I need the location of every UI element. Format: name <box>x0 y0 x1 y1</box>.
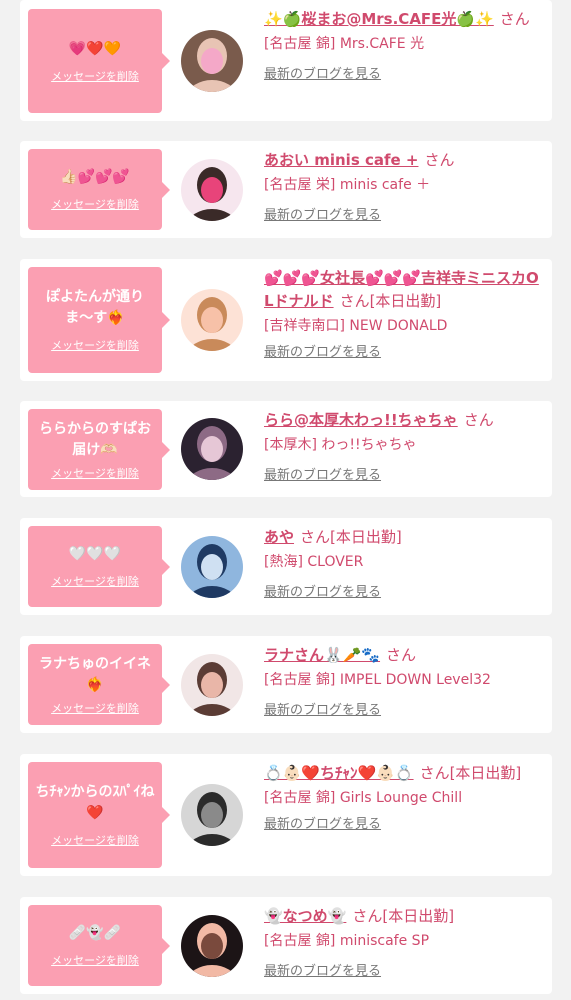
message-card: ラナちゅのイイネ❤️‍🔥 メッセージを削除 ラナさん🐰🥕🐾 さん [名古屋 錦] … <box>20 636 552 733</box>
view-blog-link[interactable]: 最新のブログを見る <box>264 962 381 982</box>
message-bubble: 🤍🤍🤍 メッセージを削除 <box>28 526 170 607</box>
honorific: さん <box>339 292 370 310</box>
message-bubble: 🩹👻🩹 メッセージを削除 <box>28 905 170 986</box>
message-text: 💗❤️🧡 <box>68 40 122 57</box>
avatar[interactable] <box>181 418 243 480</box>
view-blog-link[interactable]: 最新のブログを見る <box>264 815 381 835</box>
shop-name: [名古屋 錦] miniscafe SP <box>264 933 430 949</box>
message-card: 🤍🤍🤍 メッセージを削除 あや さん[本日出勤] [熱海] CLOVER 最新のブ… <box>20 518 552 615</box>
attendance-status: [本日出勤] <box>369 292 442 310</box>
message-text: 🩹👻🩹 <box>68 925 122 941</box>
view-blog-link[interactable]: 最新のブログを見る <box>264 343 381 363</box>
honorific: さん <box>424 151 455 169</box>
message-card: 💗❤️🧡 メッセージを削除 ✨🍏桜まお@Mrs.CAFE光🍏✨ さん [名古屋 錦… <box>20 0 552 121</box>
delete-message-link[interactable]: メッセージを削除 <box>51 952 139 968</box>
message-text: ラナちゅのイイネ❤️‍🔥 <box>39 655 151 693</box>
message-bubble: 💗❤️🧡 メッセージを削除 <box>28 9 170 113</box>
avatar[interactable] <box>181 654 243 716</box>
attendance-status: [本日出勤] <box>330 528 402 546</box>
view-blog-link[interactable]: 最新のブログを見る <box>264 583 381 603</box>
message-bubble: ちﾁｬﾝからのｽﾊﾟｲね❤️ メッセージを削除 <box>28 762 170 868</box>
view-blog-link[interactable]: 最新のブログを見る <box>264 65 381 85</box>
cast-name-link[interactable]: あや <box>264 528 294 546</box>
honorific: さん <box>499 10 530 28</box>
honorific: さん <box>386 646 417 664</box>
delete-message-link[interactable]: メッセージを削除 <box>51 68 139 84</box>
avatar[interactable] <box>181 784 243 846</box>
avatar[interactable] <box>181 289 243 351</box>
message-card: ぽよたんが通りま〜す❤️‍🔥 メッセージを削除 💕💕💕女社長💕💕💕吉祥寺ミニスカ… <box>20 259 552 381</box>
message-bubble: ららからのすぱお届け🫶🏻 メッセージを削除 <box>28 409 170 490</box>
cast-name-link[interactable]: ラナさん🐰🥕🐾 <box>264 646 380 664</box>
message-card: ららからのすぱお届け🫶🏻 メッセージを削除 らら@本厚木わっ!!ちゃちゃ さん [… <box>20 401 552 497</box>
delete-message-link[interactable]: メッセージを削除 <box>51 337 139 353</box>
view-blog-link[interactable]: 最新のブログを見る <box>264 466 381 486</box>
message-text: ちﾁｬﾝからのｽﾊﾟｲね❤️ <box>35 784 155 821</box>
cast-name-link[interactable]: ✨🍏桜まお@Mrs.CAFE光🍏✨ <box>264 10 494 28</box>
avatar[interactable] <box>181 915 243 977</box>
honorific: さん <box>463 411 494 429</box>
message-bubble: ラナちゅのイイネ❤️‍🔥 メッセージを削除 <box>28 644 170 725</box>
delete-message-link[interactable]: メッセージを削除 <box>51 832 139 848</box>
message-card: 🩹👻🩹 メッセージを削除 👻なつめ👻 さん[本日出勤] [名古屋 錦] minis… <box>20 897 552 994</box>
attendance-status: [本日出勤] <box>382 907 455 925</box>
message-text: ぽよたんが通りま〜す❤️‍🔥 <box>46 289 144 326</box>
cast-name-link[interactable]: あおい minis cafe + <box>264 151 418 169</box>
shop-name: [名古屋 栄] minis cafe ＋ <box>264 177 431 193</box>
cast-name-link[interactable]: 💍👶🏻❤️ちﾁｬﾝ❤️👶🏻💍 <box>264 764 414 782</box>
honorific: さん <box>300 528 331 546</box>
message-text: ららからのすぱお届け🫶🏻 <box>39 420 151 458</box>
message-card: ちﾁｬﾝからのｽﾊﾟｲね❤️ メッセージを削除 💍👶🏻❤️ちﾁｬﾝ❤️👶🏻💍 さん… <box>20 754 552 876</box>
message-text: 👍🏻💕💕💕 <box>60 169 130 185</box>
message-card: 👍🏻💕💕💕 メッセージを削除 あおい minis cafe + さん [名古屋 栄… <box>20 141 552 238</box>
shop-name: [名古屋 錦] IMPEL DOWN Level32 <box>264 672 491 688</box>
delete-message-link[interactable]: メッセージを削除 <box>51 465 139 481</box>
shop-name: [本厚木] わっ!!ちゃちゃ <box>264 437 417 453</box>
honorific: さん <box>419 764 450 782</box>
delete-message-link[interactable]: メッセージを削除 <box>51 700 139 716</box>
avatar[interactable] <box>181 159 243 221</box>
avatar[interactable] <box>181 30 243 92</box>
avatar[interactable] <box>181 536 243 598</box>
cast-name-link[interactable]: らら@本厚木わっ!!ちゃちゃ <box>264 411 458 429</box>
message-bubble: ぽよたんが通りま〜す❤️‍🔥 メッセージを削除 <box>28 267 170 373</box>
delete-message-link[interactable]: メッセージを削除 <box>51 196 139 212</box>
cast-name-link[interactable]: 👻なつめ👻 <box>264 907 346 925</box>
shop-name: [名古屋 錦] Girls Lounge Chill <box>264 790 463 806</box>
shop-name: [熱海] CLOVER <box>264 554 364 570</box>
message-text: 🤍🤍🤍 <box>68 546 122 562</box>
honorific: さん <box>352 907 383 925</box>
attendance-status: [本日出勤] <box>449 764 522 782</box>
view-blog-link[interactable]: 最新のブログを見る <box>264 701 381 721</box>
view-blog-link[interactable]: 最新のブログを見る <box>264 206 381 226</box>
delete-message-link[interactable]: メッセージを削除 <box>51 573 139 589</box>
shop-name: [吉祥寺南口] NEW DONALD <box>264 318 448 334</box>
message-bubble: 👍🏻💕💕💕 メッセージを削除 <box>28 149 170 230</box>
shop-name: [名古屋 錦] Mrs.CAFE 光 <box>264 36 425 52</box>
